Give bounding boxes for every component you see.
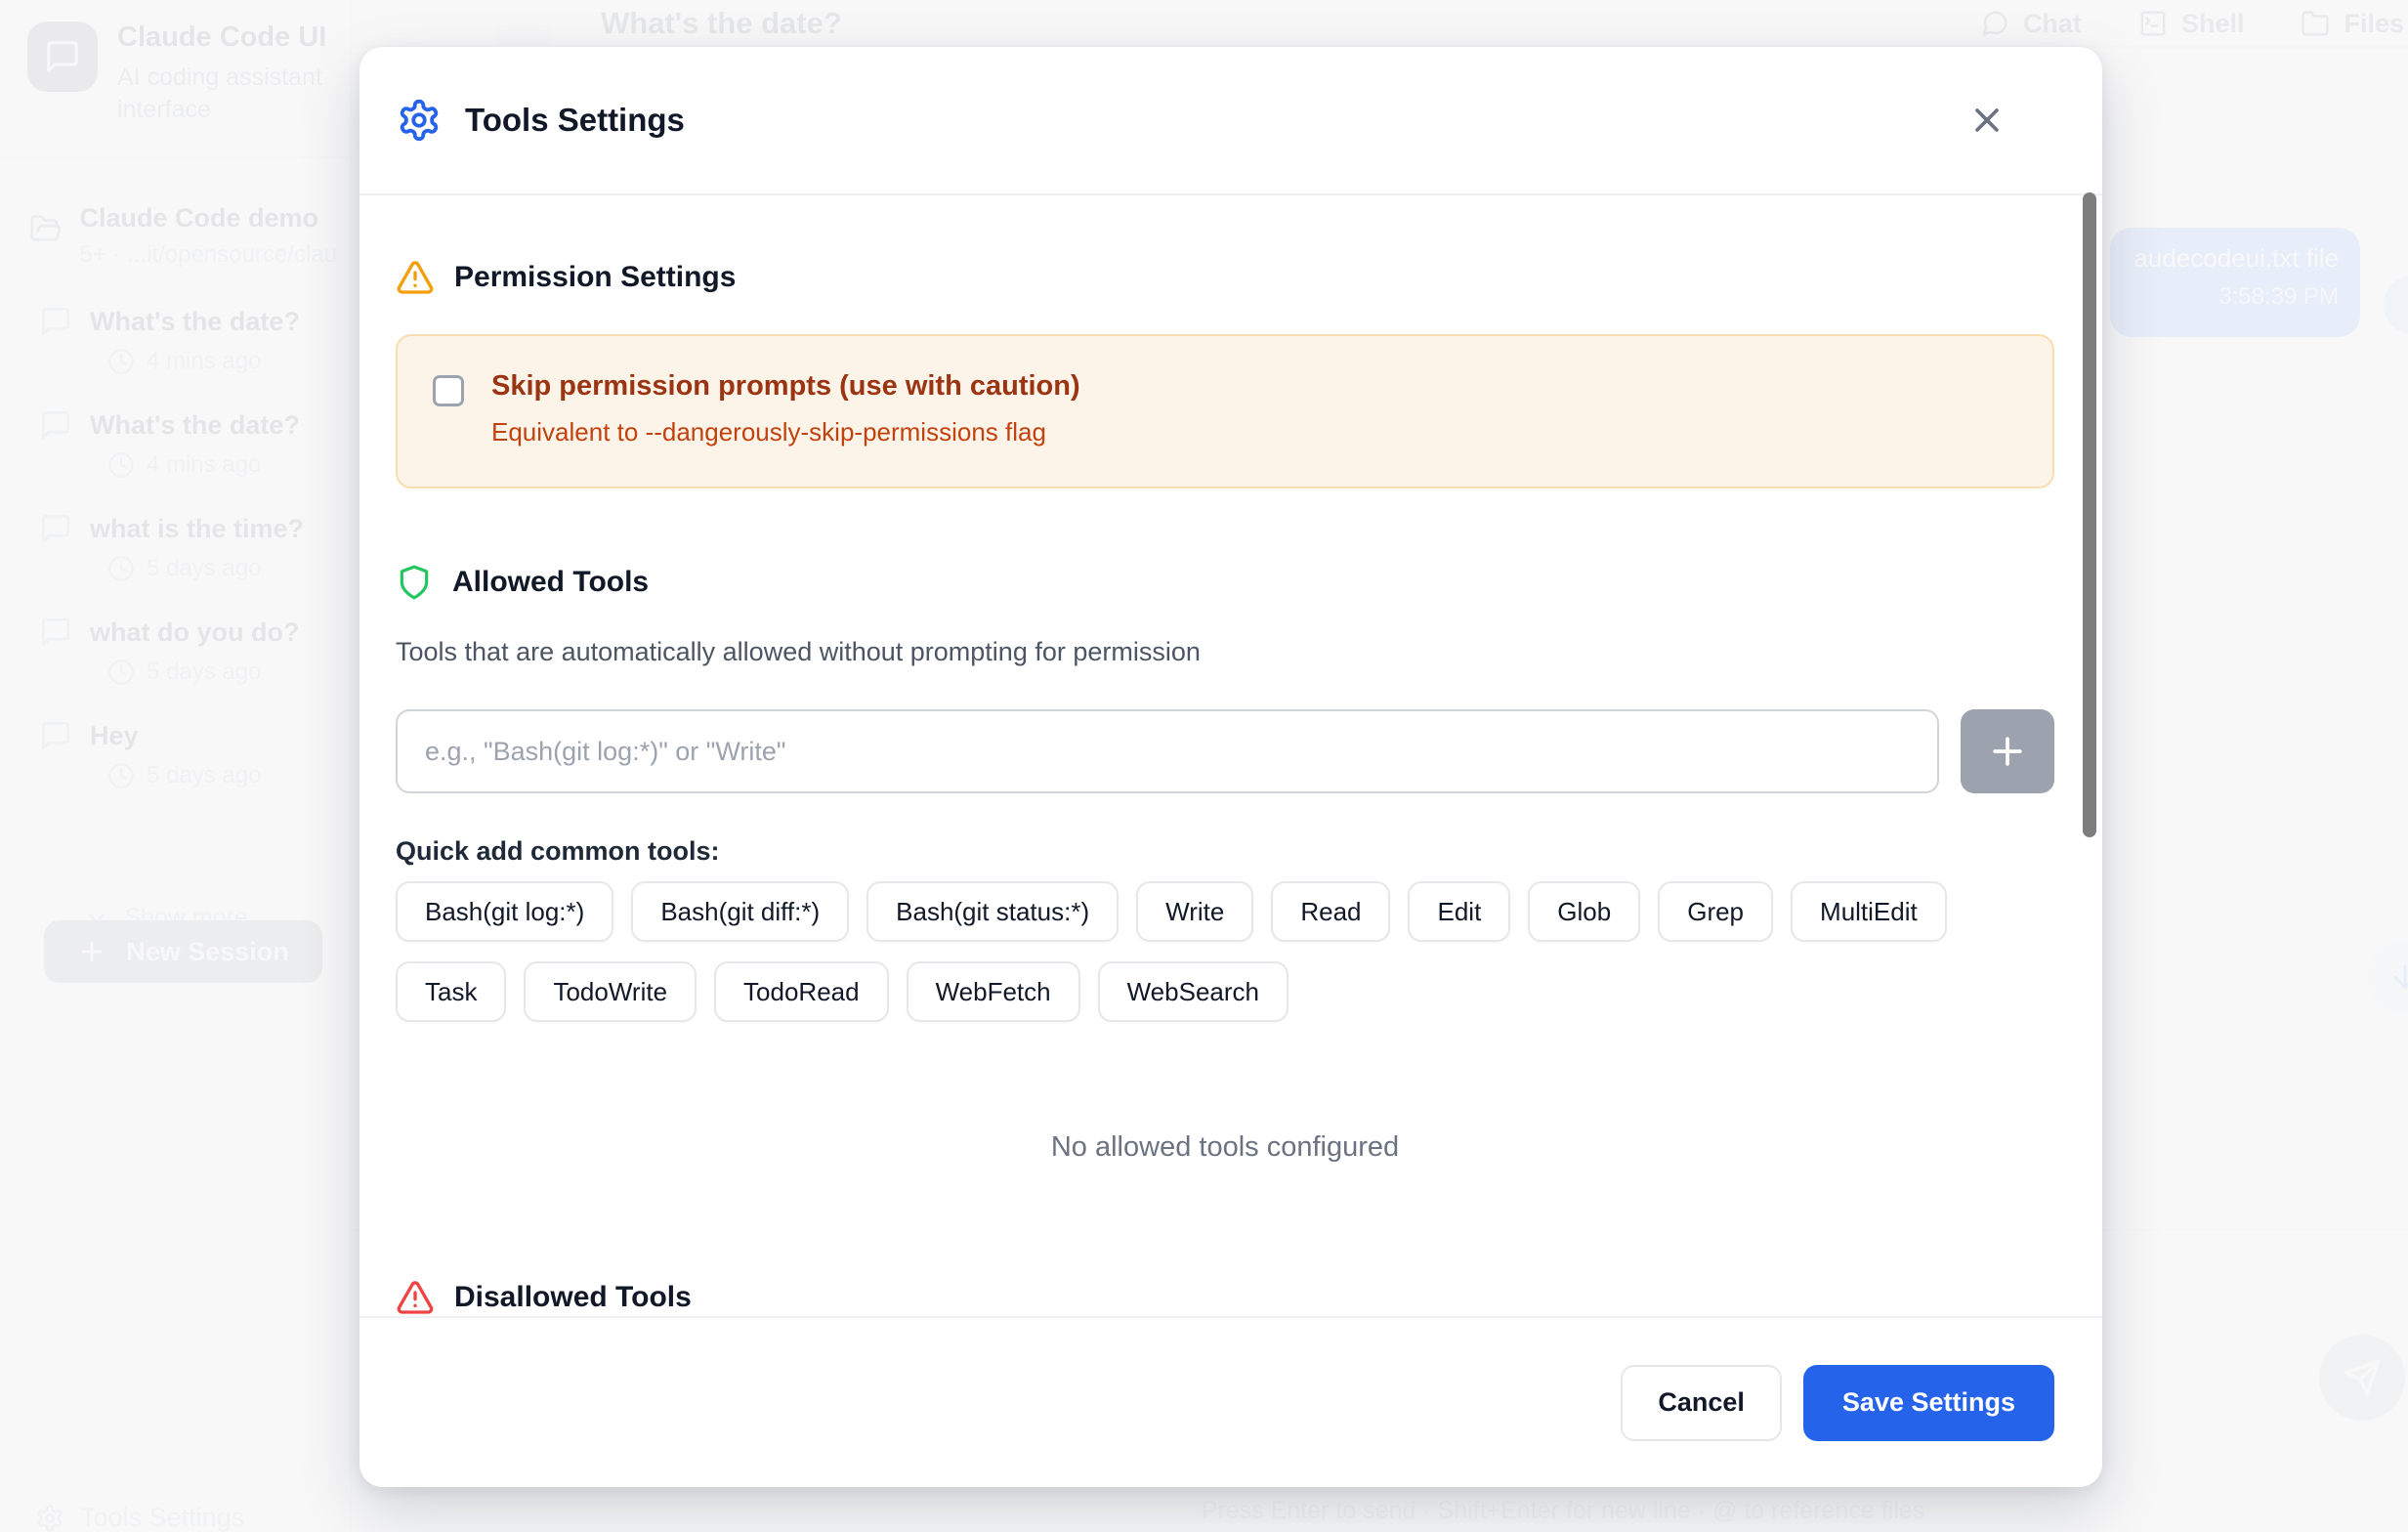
- quick-tool-button[interactable]: Edit: [1408, 881, 1510, 942]
- quick-tool-button[interactable]: Glob: [1528, 881, 1640, 942]
- quick-tools-list: Bash(git log:*) Bash(git diff:*) Bash(gi…: [396, 881, 2054, 1022]
- warning-triangle-icon: [396, 258, 435, 297]
- modal-body: Permission Settings Skip permission prom…: [359, 195, 2102, 1316]
- allowed-tools-empty-state: No allowed tools configured: [396, 1131, 2054, 1167]
- quick-tool-button[interactable]: Bash(git status:*): [866, 881, 1119, 942]
- modal-footer: Cancel Save Settings: [359, 1316, 2102, 1487]
- screen: Claude Code UI AI coding assistant inter…: [0, 0, 2408, 1532]
- quick-tool-button[interactable]: Read: [1271, 881, 1390, 942]
- quick-tool-button[interactable]: Bash(git log:*): [396, 881, 613, 942]
- quick-tool-button[interactable]: Bash(git diff:*): [631, 881, 849, 942]
- plus-icon: [1986, 730, 2029, 773]
- add-tool-row: [396, 709, 2054, 793]
- close-button[interactable]: [1962, 95, 2012, 146]
- modal-title: Tools Settings: [465, 102, 1962, 139]
- allowed-tool-input[interactable]: [396, 709, 1939, 793]
- permission-settings-heading: Permission Settings: [396, 256, 2054, 299]
- quick-tool-button[interactable]: Task: [396, 961, 506, 1022]
- skip-permissions-panel: Skip permission prompts (use with cautio…: [396, 334, 2054, 489]
- shield-icon: [396, 564, 433, 601]
- quick-tool-button[interactable]: MultiEdit: [1791, 881, 1947, 942]
- skip-permissions-description: Equivalent to --dangerously-skip-permiss…: [491, 417, 1080, 447]
- cancel-button[interactable]: Cancel: [1621, 1365, 1782, 1441]
- quick-tool-button[interactable]: Write: [1136, 881, 1253, 942]
- close-icon: [1967, 101, 2007, 140]
- alert-triangle-icon: [396, 1278, 435, 1316]
- modal-header: Tools Settings: [359, 47, 2102, 195]
- quick-tool-button[interactable]: WebFetch: [907, 961, 1080, 1022]
- allowed-tools-description: Tools that are automatically allowed wit…: [396, 637, 2054, 670]
- add-tool-button[interactable]: [1961, 709, 2054, 793]
- quick-tool-button[interactable]: TodoWrite: [524, 961, 697, 1022]
- disallowed-tools-heading: Disallowed Tools: [396, 1276, 2054, 1316]
- skip-permissions-checkbox[interactable]: [433, 375, 464, 406]
- tools-settings-modal: Tools Settings Permission Settings Skip …: [359, 47, 2102, 1487]
- modal-scrollbar-thumb[interactable]: [2083, 192, 2096, 837]
- quick-tool-button[interactable]: WebSearch: [1098, 961, 1288, 1022]
- save-settings-button[interactable]: Save Settings: [1803, 1365, 2054, 1441]
- quick-tool-button[interactable]: TodoRead: [714, 961, 889, 1022]
- quick-tool-button[interactable]: Grep: [1658, 881, 1773, 942]
- allowed-tools-heading: Allowed Tools: [396, 561, 2054, 604]
- quick-add-label: Quick add common tools:: [396, 836, 2054, 870]
- skip-permissions-label: Skip permission prompts (use with cautio…: [491, 369, 1080, 404]
- gear-icon: [397, 98, 442, 143]
